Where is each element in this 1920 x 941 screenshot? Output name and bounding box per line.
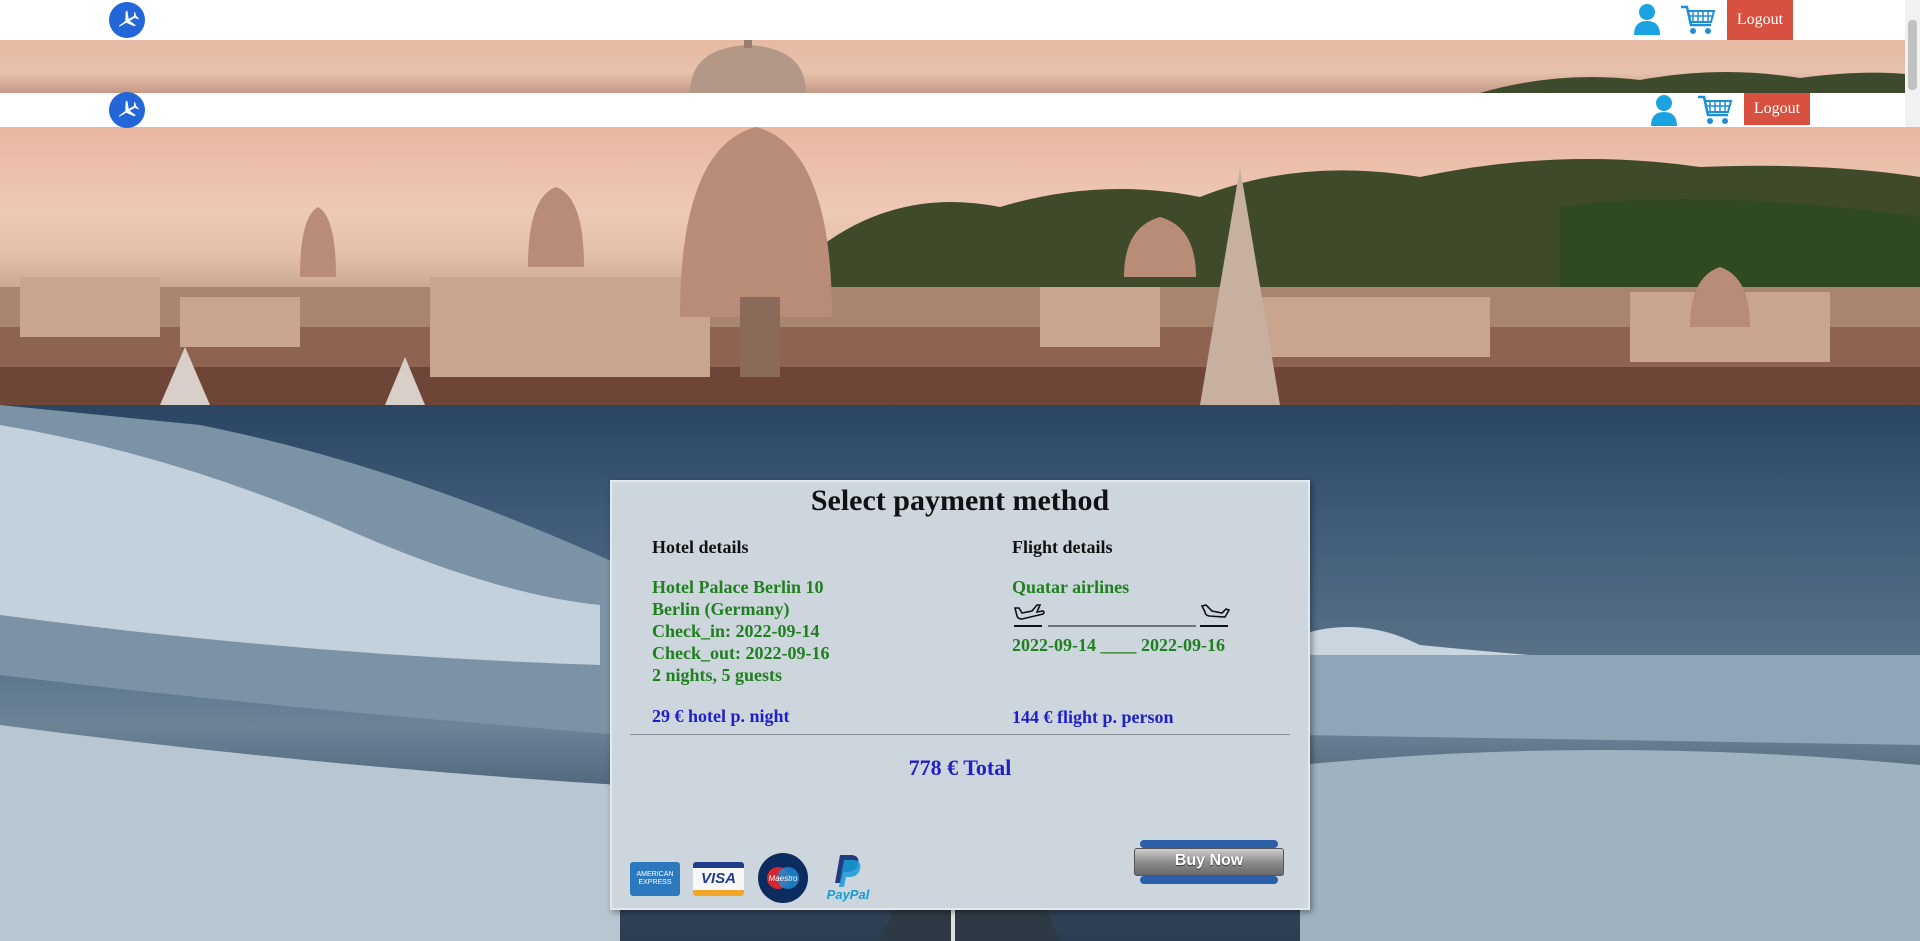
hotel-check-out: Check_out: 2022-09-16 <box>652 643 830 663</box>
page-title: Select payment method <box>810 484 1110 517</box>
hotel-price: 29 € hotel p. night <box>652 706 790 726</box>
logout-button[interactable]: Logout <box>1744 93 1810 125</box>
maestro-icon[interactable]: Maestro <box>758 853 808 903</box>
flight-dates: 2022-09-14 ____ 2022-09-16 <box>1012 635 1225 655</box>
takeoff-icon <box>1013 604 1045 627</box>
amex-icon[interactable]: AMERICAN EXPRESS <box>630 862 680 896</box>
hotel-stay: 2 nights, 5 guests <box>652 665 783 685</box>
logout-button[interactable]: Logout <box>1727 0 1793 40</box>
hero-image-strip <box>0 40 1905 93</box>
flight-route-graphic <box>1012 600 1232 630</box>
divider <box>630 734 1290 735</box>
landing-icon <box>1200 604 1231 627</box>
hotel-name: Hotel Palace Berlin 10 <box>652 577 824 597</box>
payment-card: Select payment method Hotel details Flig… <box>610 480 1310 910</box>
hotel-check-in: Check_in: 2022-09-14 <box>652 621 820 641</box>
maestro-label: Maestro <box>769 874 798 883</box>
hotel-details: Hotel Palace Berlin 10 Berlin (Germany) … <box>652 576 830 686</box>
flight-airline: Quatar airlines <box>1012 577 1130 597</box>
visa-icon[interactable]: VISA <box>693 862 744 896</box>
flight-price: 144 € flight p. person <box>1012 707 1174 727</box>
hotel-details-heading: Hotel details <box>652 537 749 557</box>
user-icon[interactable] <box>1650 94 1678 131</box>
hero-image-rome <box>0 127 1920 405</box>
buy-now-band-top <box>1140 840 1278 848</box>
paypal-icon[interactable]: PayPal <box>820 851 876 903</box>
header-bar: Logout <box>0 0 1905 40</box>
buy-now-button[interactable]: Buy Now <box>1134 840 1284 886</box>
plane-logo-icon[interactable] <box>109 2 145 38</box>
buy-now-band-bottom <box>1140 876 1278 884</box>
visa-label: VISA <box>700 870 736 887</box>
hotel-location: Berlin (Germany) <box>652 599 790 619</box>
flight-details-heading: Flight details <box>1012 537 1113 557</box>
buy-now-label: Buy Now <box>1174 852 1244 869</box>
cart-icon[interactable] <box>1680 4 1716 41</box>
paypal-label: PayPal <box>827 887 870 902</box>
header-bar-secondary: Logout <box>0 92 1905 128</box>
total-price: 778 € Total <box>908 755 1012 780</box>
cart-icon[interactable] <box>1697 94 1733 131</box>
scrollbar-thumb[interactable] <box>1908 20 1917 90</box>
amex-label: AMERICAN EXPRESS <box>636 871 674 886</box>
plane-logo-icon[interactable] <box>109 92 145 128</box>
user-icon[interactable] <box>1633 3 1661 40</box>
